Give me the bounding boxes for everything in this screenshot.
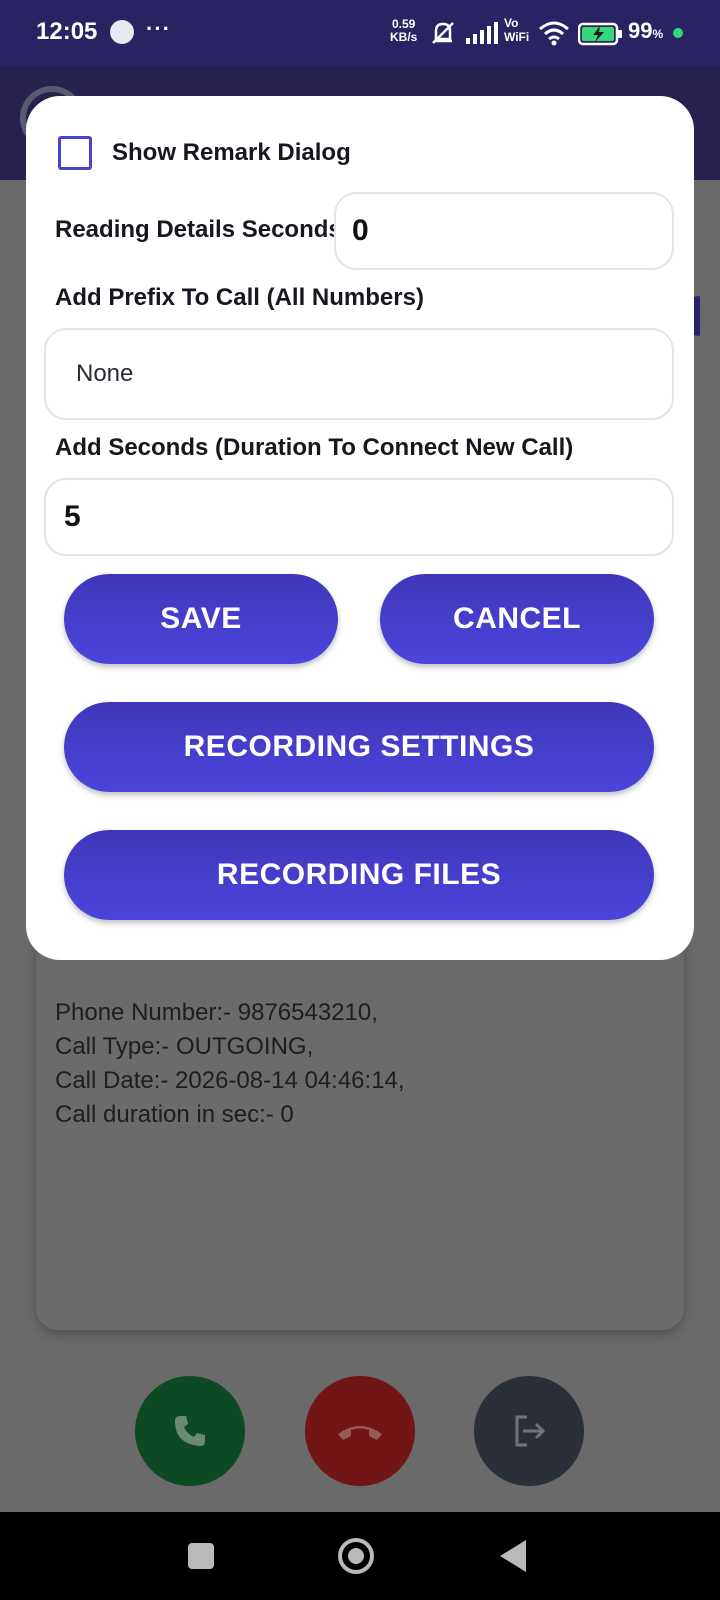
recents-button[interactable] — [188, 1543, 214, 1569]
end-call-icon — [338, 1426, 382, 1440]
status-bar: 12:05 ··· 0.59 KB/s Vo WiFi 99% — [0, 0, 720, 66]
clock: 12:05 — [36, 18, 98, 45]
prefix-label: Add Prefix To Call (All Numbers) — [55, 284, 424, 311]
battery-charging-icon — [578, 22, 622, 46]
reading-details-input[interactable]: 0 — [334, 192, 674, 270]
end-call-button[interactable] — [305, 1376, 415, 1486]
recording-files-button[interactable]: RECORDING FILES — [64, 830, 654, 920]
privacy-dot-icon — [673, 28, 683, 38]
muted-bell-icon — [432, 22, 454, 44]
call-info-duration: Call duration in sec:- 0 — [55, 1101, 294, 1128]
call-info-phone: Phone Number:- 9876543210, — [55, 999, 378, 1026]
add-seconds-label: Add Seconds (Duration To Connect New Cal… — [55, 434, 574, 461]
network-speed-unit: KB/s — [390, 30, 418, 44]
exit-button[interactable] — [474, 1376, 584, 1486]
vowifi-bottom: WiFi — [504, 30, 530, 44]
home-button[interactable] — [338, 1538, 374, 1574]
battery-percent-value: 99 — [628, 18, 653, 43]
show-remark-row[interactable]: Show Remark Dialog — [58, 136, 351, 170]
save-button[interactable]: SAVE — [64, 574, 338, 664]
cancel-button[interactable]: CANCEL — [380, 574, 654, 664]
settings-dialog: Show Remark Dialog Reading Details Secon… — [26, 96, 694, 960]
cell-signal-icon — [466, 22, 498, 44]
wifi-icon — [539, 21, 569, 46]
phone-icon — [175, 1416, 205, 1446]
more-notifications-icon: ··· — [146, 16, 171, 41]
add-seconds-input[interactable]: 5 — [44, 478, 674, 556]
reading-details-label: Reading Details Seconds — [55, 216, 342, 243]
call-info-type: Call Type:- OUTGOING, — [55, 1033, 314, 1060]
call-info-date: Call Date:- 2026-08-14 04:46:14, — [55, 1067, 405, 1094]
call-info-card: Phone Number:- 9876543210, Call Type:- O… — [36, 900, 684, 1330]
prefix-select[interactable]: None — [44, 328, 674, 420]
back-button[interactable] — [500, 1540, 526, 1572]
show-remark-label: Show Remark Dialog — [112, 139, 351, 166]
call-button[interactable] — [135, 1376, 245, 1486]
battery-percent: 99% — [628, 18, 663, 44]
exit-icon — [515, 1415, 546, 1447]
vowifi-top: Vo — [504, 16, 519, 30]
wrench-icon — [110, 20, 134, 44]
navigation-bar — [0, 1512, 720, 1600]
battery-percent-symbol: % — [652, 27, 664, 41]
show-remark-checkbox[interactable] — [58, 136, 92, 170]
vowifi-indicator: Vo WiFi — [504, 16, 529, 44]
recording-settings-button[interactable]: RECORDING SETTINGS — [64, 702, 654, 792]
call-info-lines: Phone Number:- 9876543210, Call Type:- O… — [55, 996, 405, 1132]
network-speed: 0.59 KB/s — [390, 18, 417, 44]
